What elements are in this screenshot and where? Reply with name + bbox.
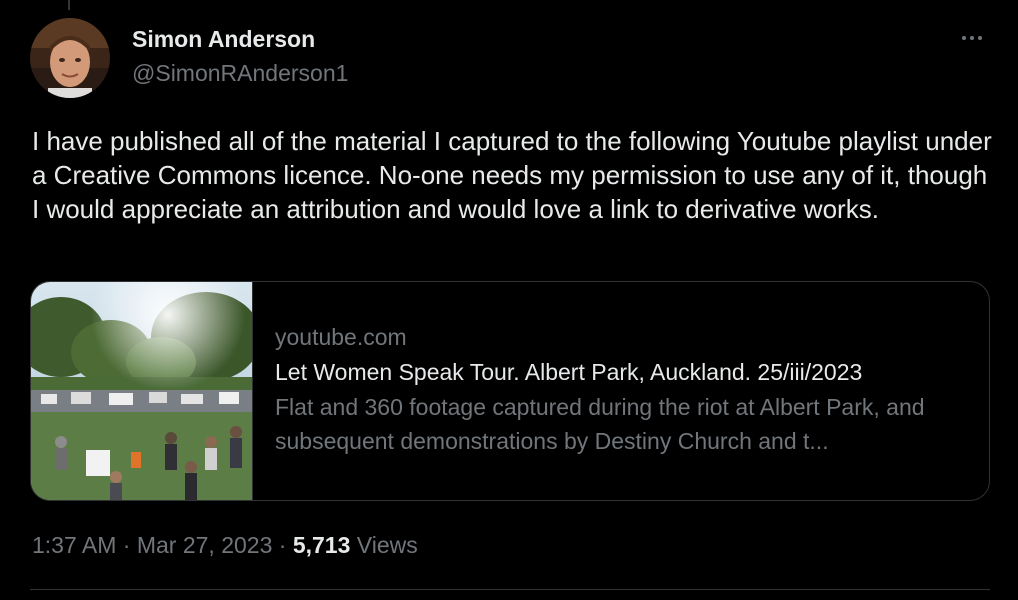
avatar[interactable] bbox=[30, 18, 110, 98]
meta-separator: · bbox=[122, 532, 131, 558]
divider bbox=[30, 589, 990, 590]
author-handle[interactable]: @SimonRAnderson1 bbox=[132, 60, 348, 87]
link-card-description: Flat and 360 footage captured during the… bbox=[275, 394, 925, 454]
tweet-text: I have published all of the material I c… bbox=[32, 126, 999, 224]
crowd-photo-image bbox=[31, 282, 252, 500]
link-card-domain: youtube.com bbox=[275, 324, 407, 350]
more-horizontal-icon-dot bbox=[970, 36, 974, 40]
author-display-name[interactable]: Simon Anderson bbox=[132, 26, 315, 53]
meta-separator: · bbox=[278, 532, 287, 558]
tweet-time[interactable]: 1:37 AM bbox=[32, 532, 116, 558]
thread-connector-line bbox=[68, 0, 70, 10]
tweet-view: Simon Anderson @SimonRAnderson1 I have p… bbox=[0, 0, 1018, 600]
avatar-image bbox=[30, 18, 110, 98]
link-card-thumbnail bbox=[31, 282, 253, 500]
tweet-date[interactable]: Mar 27, 2023 bbox=[137, 532, 273, 558]
link-card-title: Let Women Speak Tour. Albert Park, Auckl… bbox=[275, 359, 863, 385]
more-options-button[interactable] bbox=[950, 26, 994, 50]
more-horizontal-icon bbox=[962, 36, 966, 40]
more-horizontal-icon-dot bbox=[978, 36, 982, 40]
tweet-metadata: 1:37 AM · Mar 27, 2023 · 5,713 Views bbox=[32, 532, 418, 559]
link-preview-card[interactable]: youtube.com Let Women Speak Tour. Albert… bbox=[30, 281, 990, 501]
views-count: 5,713 bbox=[292, 532, 351, 558]
link-card-body: youtube.com Let Women Speak Tour. Albert… bbox=[253, 282, 989, 500]
views-label: Views bbox=[356, 532, 418, 558]
